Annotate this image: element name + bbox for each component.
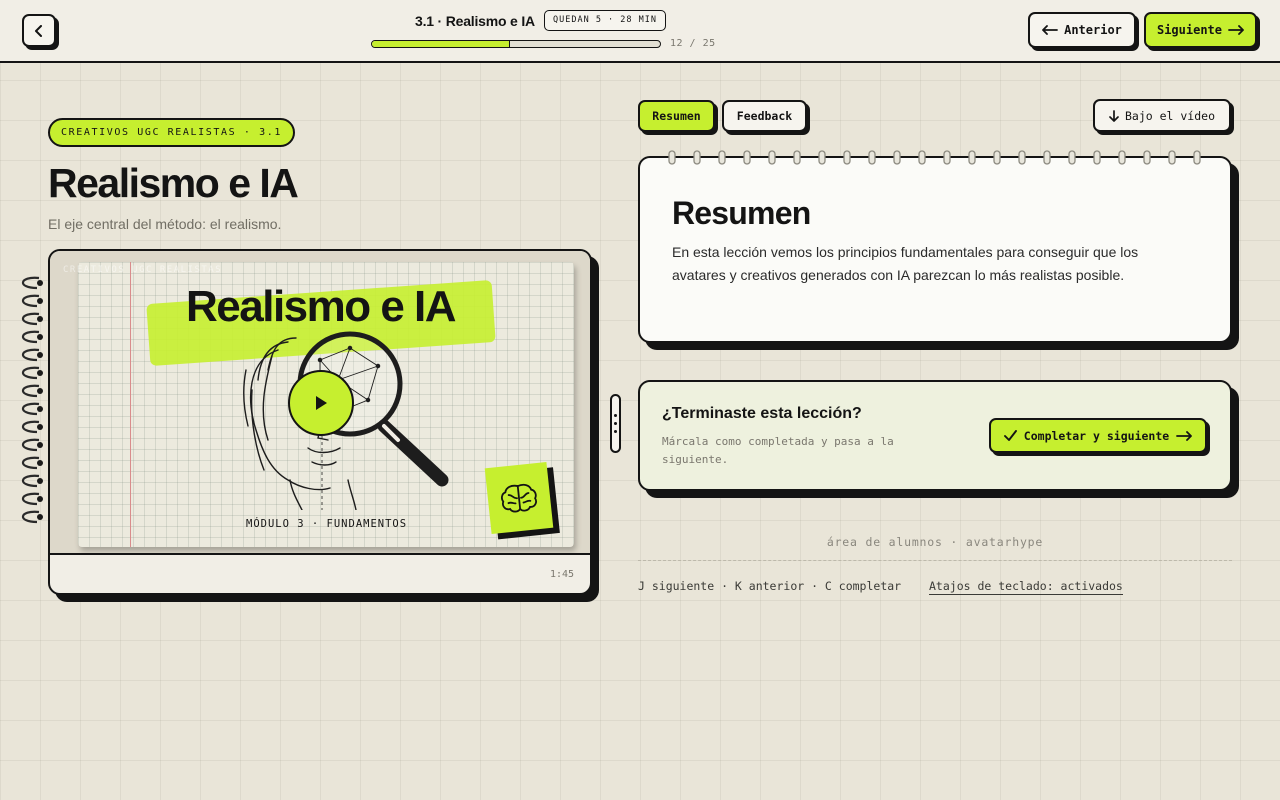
previous-button[interactable]: Anterior <box>1028 12 1136 48</box>
notebook-rings-icon <box>668 150 1201 165</box>
complete-description: Márcala como completada y pasa a la sigu… <box>662 435 894 466</box>
below-video-label: Bajo el vídeo <box>1124 108 1215 123</box>
page-subtitle: El eje central del método: el realismo. <box>48 216 282 232</box>
thumbnail-title: Realismo e IA <box>186 282 457 331</box>
progress-count: 12 / 25 <box>670 38 716 49</box>
complete-and-next-button[interactable]: Completar y siguiente <box>989 418 1207 453</box>
footer-divider <box>638 560 1232 561</box>
next-label: Siguiente <box>1156 23 1223 37</box>
below-video-button[interactable]: Bajo el vídeo <box>1093 99 1231 132</box>
shortcuts-toggle-link[interactable]: Atajos de teclado: activados <box>929 579 1123 595</box>
module-label: MÓDULO 3 · FUNDAMENTOS <box>246 518 408 530</box>
tab-feedback[interactable]: Feedback <box>722 100 807 132</box>
page-title: Realismo e IA <box>48 160 299 206</box>
arrow-right-icon <box>1176 430 1193 441</box>
previous-label: Anterior <box>1064 23 1122 37</box>
spiral-binding-icon <box>21 276 43 524</box>
remaining-badge: QUEDAN 5 · 28 MIN <box>544 10 666 31</box>
play-button[interactable] <box>288 370 354 436</box>
brain-icon <box>501 483 537 513</box>
face-magnifier-sketch-icon <box>243 331 449 510</box>
chevron-left-icon <box>35 24 42 37</box>
footer-brand: área de alumnos · avatarhype <box>826 535 1044 549</box>
progress-fill <box>372 41 511 47</box>
arrow-right-icon <box>1228 25 1244 35</box>
tab-summary[interactable]: Resumen <box>638 100 715 132</box>
summary-text: En esta lección vemos los principios fun… <box>672 244 1139 283</box>
resize-handle[interactable] <box>610 394 621 453</box>
video-duration: 1:45 <box>550 569 575 580</box>
complete-button-label: Completar y siguiente <box>1023 428 1170 443</box>
next-button[interactable]: Siguiente <box>1144 12 1257 48</box>
back-button[interactable] <box>22 14 56 47</box>
video-watermark: CREATIVOS UGC REALISTAS <box>63 265 223 275</box>
course-tag: CREATIVOS UGC REALISTAS · 3.1 <box>48 118 295 147</box>
brain-sticker <box>484 461 554 535</box>
complete-heading: ¿Terminaste esta lección? <box>662 405 862 422</box>
keyboard-shortcuts: J siguiente · K anterior · C completar <box>638 579 902 593</box>
arrow-down-icon <box>1109 109 1119 122</box>
check-icon <box>1003 430 1017 441</box>
progress-bar <box>371 40 661 48</box>
lesson-title: 3.1 · Realismo e IA <box>415 13 535 29</box>
summary-heading: Resumen <box>672 195 811 231</box>
play-icon <box>316 396 327 410</box>
arrow-left-icon <box>1042 25 1058 35</box>
top-bar: 3.1 · Realismo e IA QUEDAN 5 · 28 MIN 12… <box>0 0 1280 63</box>
